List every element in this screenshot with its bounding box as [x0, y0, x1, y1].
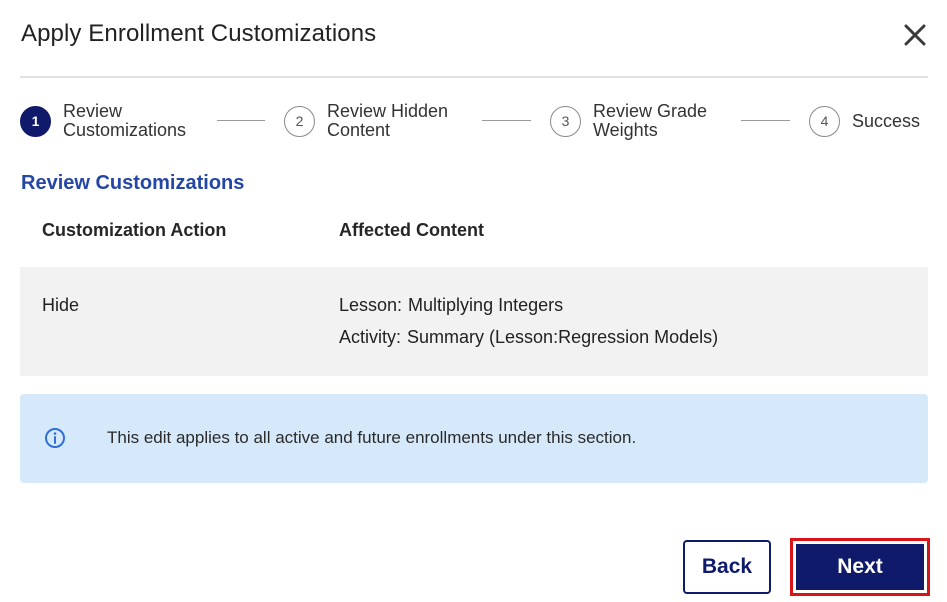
step-3: 3 Review Grade Weights: [550, 100, 707, 142]
step-2-label: Review Hidden Content: [327, 101, 449, 140]
content-type-label: Lesson:: [339, 295, 403, 315]
info-icon: [45, 428, 65, 448]
column-header-content: Affected Content: [339, 220, 484, 240]
stepper: 1 Review Customizations 2 Review Hidden …: [20, 100, 930, 142]
table-row: Hide Lesson: Multiplying Integers Activit…: [20, 267, 928, 376]
step-4-number: 4: [809, 105, 840, 137]
next-button-highlight: Next: [790, 538, 930, 596]
enrollment-customizations-dialog: Apply Enrollment Customizations 1 Review…: [0, 0, 947, 602]
step-1-label: Review Customizations: [63, 101, 187, 140]
step-2-number: 2: [284, 105, 315, 137]
table-header: Customization Action Affected Content: [20, 206, 928, 267]
info-banner: This edit applies to all active and futu…: [20, 394, 928, 483]
close-icon: [904, 24, 926, 46]
step-4-label: Success: [852, 110, 921, 131]
step-connector: [482, 120, 531, 121]
step-1-number: 1: [20, 105, 51, 137]
dialog-header: Apply Enrollment Customizations: [20, 0, 928, 78]
content-type-label: Activity:: [339, 327, 402, 347]
content-name: Multiplying Integers: [408, 295, 564, 315]
row-action: Hide: [42, 295, 80, 315]
step-3-label: Review Grade Weights: [593, 101, 708, 140]
dialog-title: Apply Enrollment Customizations: [21, 20, 377, 47]
step-connector: [741, 120, 790, 121]
step-4: 4 Success: [809, 100, 920, 142]
close-button[interactable]: [900, 20, 930, 50]
section-title: Review Customizations: [21, 172, 245, 194]
affected-content-item: Activity: Summary (Lesson:Regression Mode…: [339, 327, 718, 359]
info-text: This edit applies to all active and futu…: [107, 428, 637, 447]
back-button[interactable]: Back: [683, 540, 771, 594]
row-affected-content: Lesson: Multiplying Integers Activity: Sum…: [339, 295, 718, 359]
affected-content-item: Lesson: Multiplying Integers: [339, 295, 718, 327]
next-button[interactable]: Next: [796, 544, 924, 590]
step-connector: [217, 120, 265, 121]
column-header-action: Customization Action: [42, 220, 227, 240]
content-name: Summary (Lesson:Regression Models): [407, 327, 719, 347]
step-3-number: 3: [550, 105, 581, 137]
customizations-table: Customization Action Affected Content Hi…: [20, 206, 928, 376]
step-1: 1 Review Customizations: [20, 100, 186, 142]
step-2: 2 Review Hidden Content: [284, 100, 448, 142]
